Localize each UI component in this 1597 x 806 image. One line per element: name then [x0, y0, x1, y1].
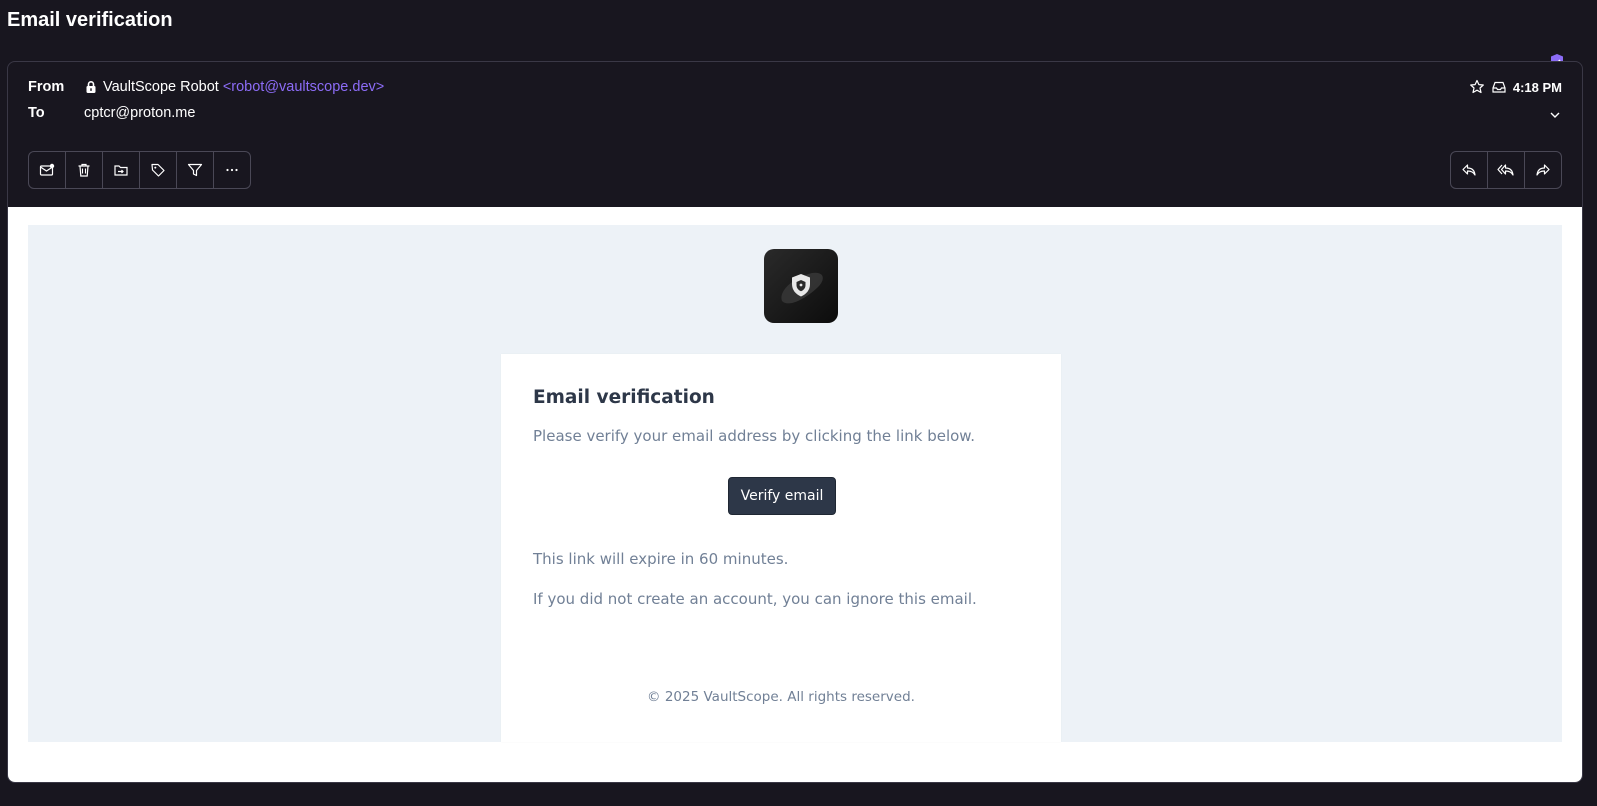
message-actions-toolbar: [28, 151, 251, 189]
reply-all-button[interactable]: [1487, 152, 1524, 188]
star-icon[interactable]: [1469, 79, 1485, 95]
from-label: From: [28, 79, 65, 95]
message-view: From VaultScope Robot <robot@vaultscope.…: [7, 61, 1583, 783]
to-row: To cptcr@proton.me: [28, 105, 195, 121]
reply-button[interactable]: [1451, 152, 1487, 188]
mark-unread-button[interactable]: [29, 152, 65, 188]
filter-button[interactable]: [176, 152, 213, 188]
email-canvas: Email verification Please verify your em…: [28, 225, 1562, 742]
more-icon: [226, 168, 238, 172]
recipient-address[interactable]: cptcr@proton.me: [84, 105, 195, 121]
verification-card: Email verification Please verify your em…: [501, 354, 1061, 742]
delete-button[interactable]: [65, 152, 102, 188]
email-heading: Email verification: [533, 387, 715, 408]
vaultscope-logo: [764, 249, 838, 323]
trash-icon: [78, 163, 90, 177]
filter-icon: [187, 163, 203, 177]
sender-name[interactable]: VaultScope Robot: [103, 79, 219, 95]
mark-unread-icon: [39, 163, 55, 176]
inbox-icon[interactable]: [1491, 79, 1507, 95]
page-title: Email verification: [7, 9, 173, 31]
more-button[interactable]: [213, 152, 250, 188]
forward-icon: [1536, 164, 1550, 176]
forward-button[interactable]: [1524, 152, 1561, 188]
header-meta: 4:18 PM: [1469, 79, 1562, 95]
intro-text: Please verify your email address by clic…: [533, 427, 975, 445]
lock-icon[interactable]: [84, 80, 98, 94]
expire-note: This link will expire in 60 minutes.: [533, 550, 789, 568]
move-to-folder-button[interactable]: [102, 152, 139, 188]
verify-email-button[interactable]: Verify email: [728, 477, 836, 515]
email-body: Email verification Please verify your em…: [8, 207, 1582, 782]
reply-all-icon: [1497, 164, 1514, 176]
sender-address[interactable]: <robot@vaultscope.dev>: [223, 79, 384, 95]
message-time: 4:18 PM: [1512, 79, 1562, 95]
reply-toolbar: [1450, 151, 1562, 189]
ignore-note: If you did not create an account, you ca…: [533, 590, 977, 608]
label-tag-icon: [151, 163, 165, 177]
email-footer: © 2025 VaultScope. All rights reserved.: [647, 689, 915, 705]
move-to-folder-icon: [114, 165, 128, 176]
reply-icon: [1462, 164, 1476, 176]
chevron-down-icon[interactable]: [1548, 108, 1562, 127]
from-row: From VaultScope Robot <robot@vaultscope.…: [28, 79, 384, 95]
label-button[interactable]: [139, 152, 176, 188]
to-label: To: [28, 105, 45, 121]
